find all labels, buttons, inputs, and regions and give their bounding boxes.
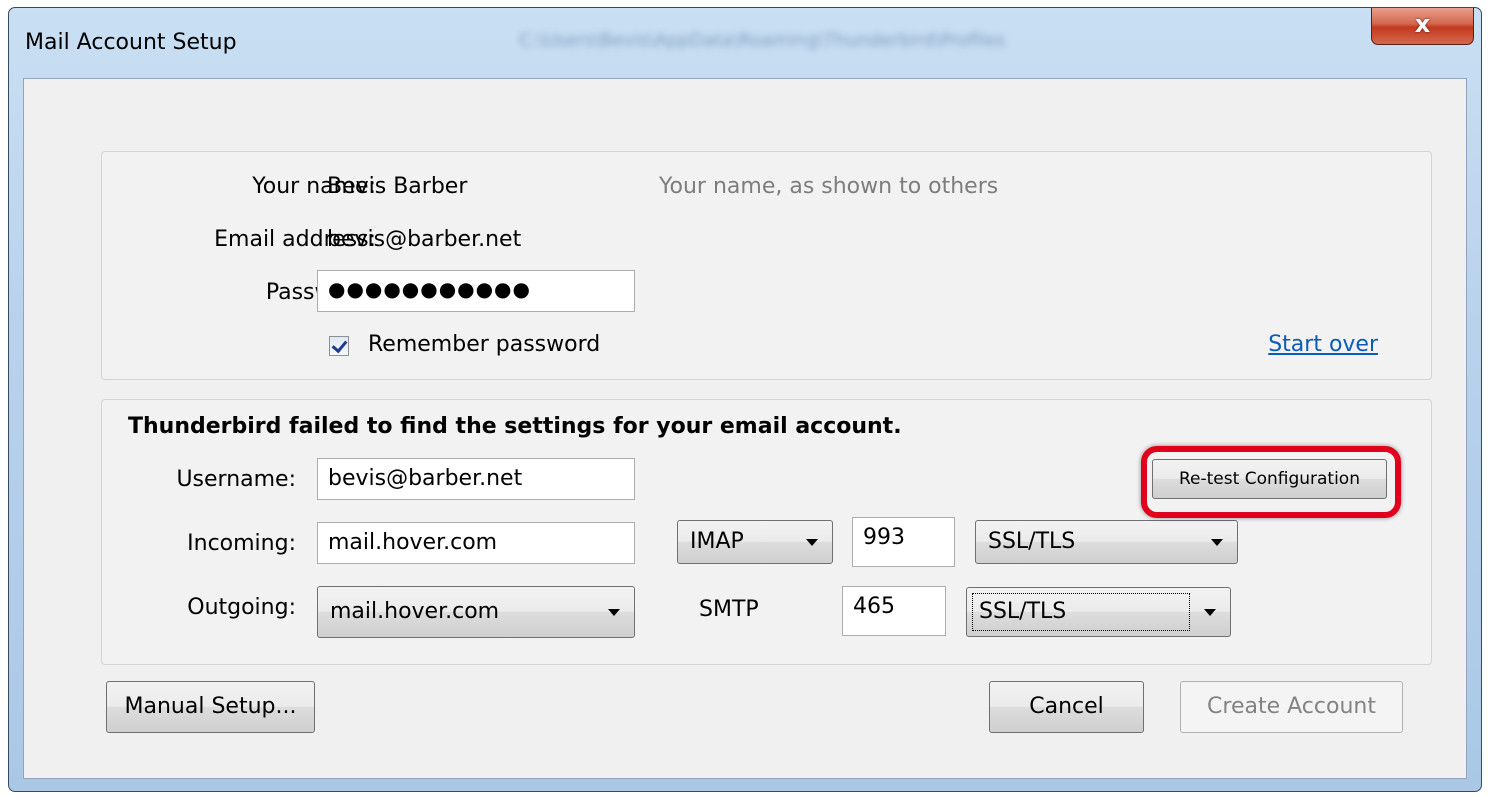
manual-setup-button[interactable]: Manual Setup... <box>106 681 315 733</box>
window-title: Mail Account Setup <box>25 30 237 55</box>
incoming-security-select[interactable]: SSL/TLS <box>975 520 1238 564</box>
incoming-server-field[interactable]: mail.hover.com <box>317 522 635 564</box>
outgoing-label: Outgoing: <box>187 595 296 620</box>
your-name-hint: Your name, as shown to others <box>659 174 999 199</box>
remember-password-label[interactable]: Remember password <box>368 332 600 357</box>
your-name-value[interactable]: Bevis Barber <box>327 174 467 199</box>
outgoing-protocol-label: SMTP <box>699 597 759 622</box>
chevron-down-icon <box>608 609 620 616</box>
username-field[interactable]: bevis@barber.net <box>317 458 635 500</box>
incoming-label: Incoming: <box>187 531 296 556</box>
mail-account-setup-window: Mail Account Setup C:\Users\Bevis\AppDat… <box>8 7 1482 792</box>
title-bar[interactable]: Mail Account Setup C:\Users\Bevis\AppDat… <box>9 8 1481 78</box>
incoming-protocol-value: IMAP <box>690 529 744 554</box>
outgoing-server-value: mail.hover.com <box>330 599 500 624</box>
chevron-down-icon <box>806 539 818 546</box>
start-over-link[interactable]: Start over <box>1268 332 1378 357</box>
dialog-content: Your name: Bevis Barber Your name, as sh… <box>23 78 1467 779</box>
cancel-button[interactable]: Cancel <box>989 681 1144 733</box>
close-icon: x <box>1414 10 1431 38</box>
outgoing-security-select[interactable]: SSL/TLS <box>966 587 1231 637</box>
incoming-port-field[interactable]: 993 <box>852 517 955 567</box>
incoming-security-value: SSL/TLS <box>988 529 1076 554</box>
outgoing-server-select[interactable]: mail.hover.com <box>317 586 635 638</box>
create-account-button[interactable]: Create Account <box>1180 681 1403 733</box>
username-label: Username: <box>176 467 296 492</box>
close-button[interactable]: x <box>1371 8 1474 45</box>
email-address-value[interactable]: bevis@barber.net <box>327 227 521 252</box>
titlebar-path-blurred: C:\Users\Bevis\AppData\Roaming\Thunderbi… <box>519 30 1006 51</box>
password-field[interactable]: ●●●●●●●●●●● <box>317 270 635 312</box>
chevron-down-icon <box>1204 609 1216 616</box>
outgoing-port-field[interactable]: 465 <box>842 586 946 636</box>
chevron-down-icon <box>1211 539 1223 546</box>
incoming-protocol-select[interactable]: IMAP <box>677 520 833 564</box>
status-message: Thunderbird failed to find the settings … <box>128 414 902 439</box>
remember-password-checkbox[interactable] <box>329 336 349 356</box>
server-settings-panel: Thunderbird failed to find the settings … <box>101 399 1432 665</box>
retest-configuration-button[interactable]: Re-test Configuration <box>1152 459 1387 499</box>
identity-panel: Your name: Bevis Barber Your name, as sh… <box>101 151 1432 380</box>
